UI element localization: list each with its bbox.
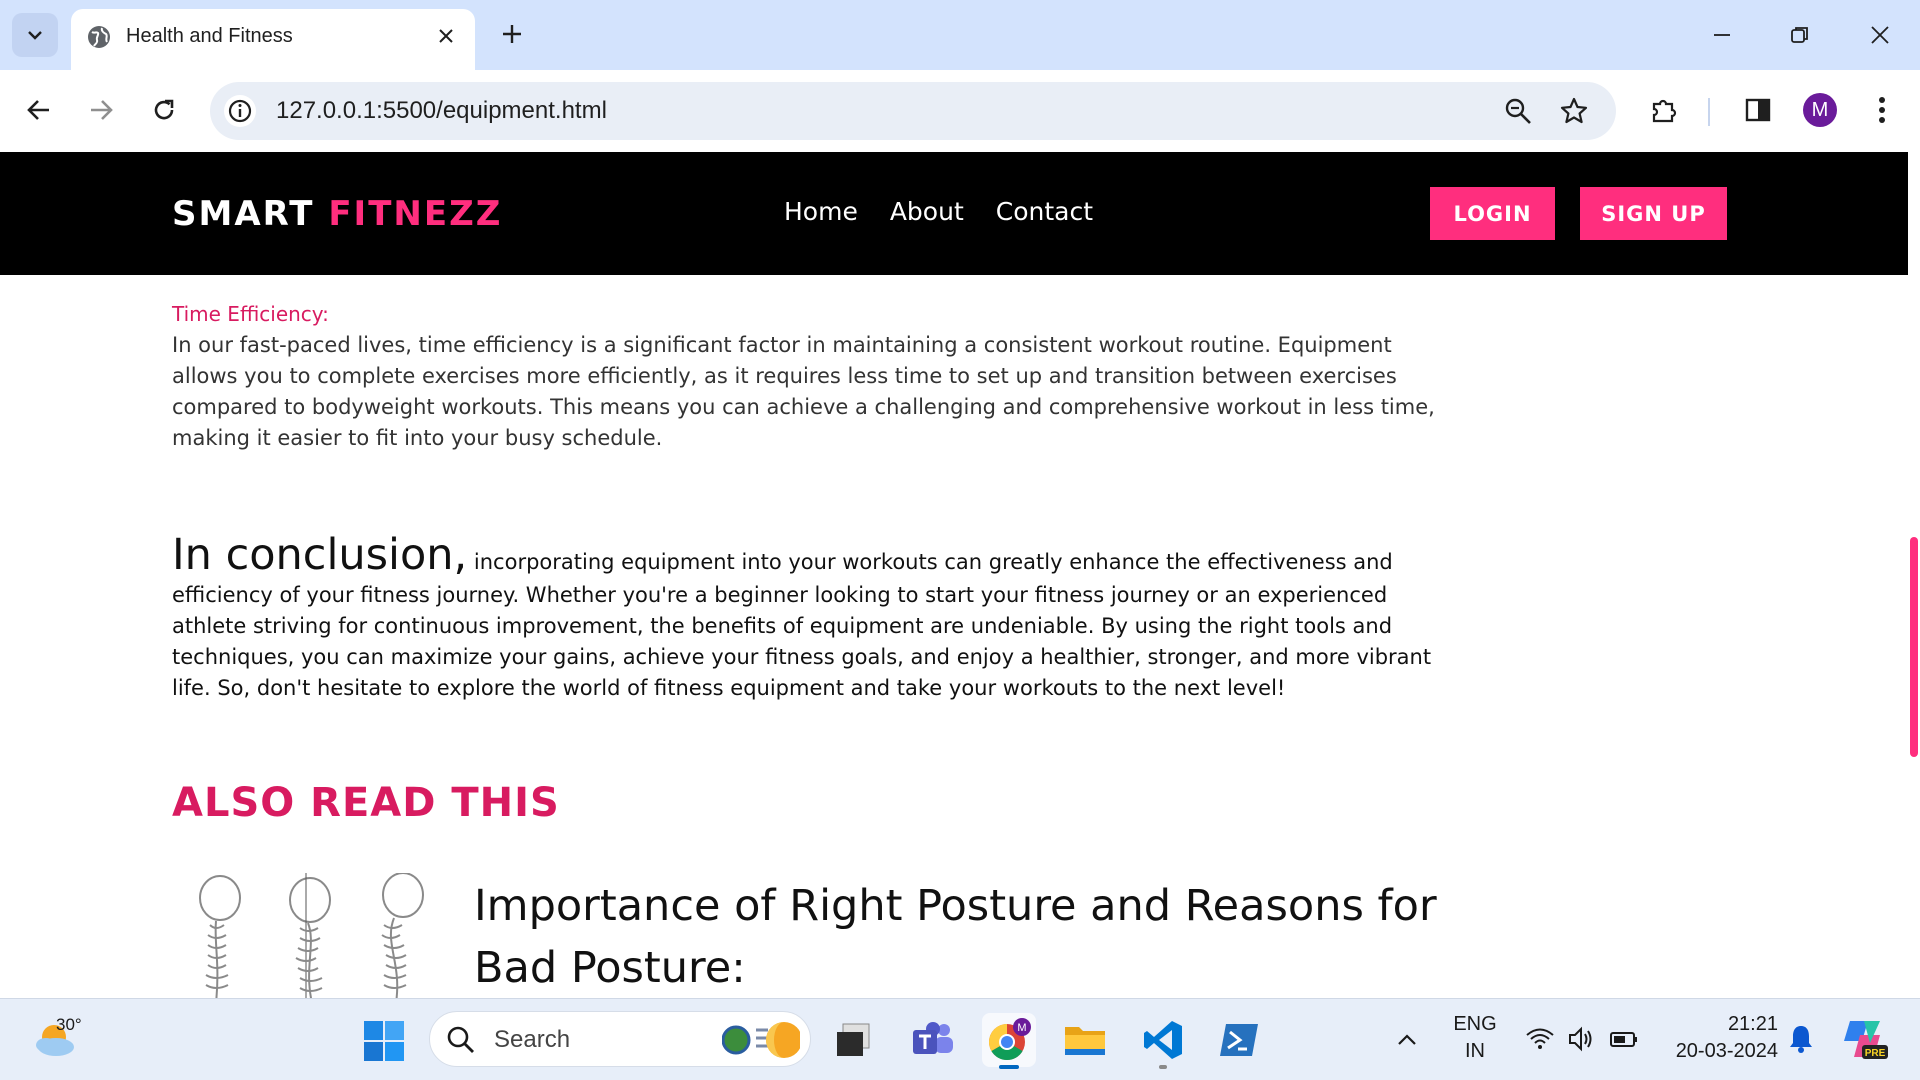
minimize-icon [1714,34,1730,36]
tab-search-button[interactable] [12,13,58,57]
restore-button[interactable] [1780,16,1820,54]
arrow-left-icon [27,100,49,120]
windows-start-icon[interactable] [362,1019,406,1063]
scrollbar-thumb[interactable] [1910,537,1918,757]
clock-time: 21:21 [1727,1013,1778,1035]
chrome-icon: M [988,1018,1031,1061]
page-scrollbar[interactable] [1908,275,1920,998]
taskbar-file-explorer[interactable] [1058,1013,1112,1067]
search-icon [447,1026,474,1053]
minimize-button[interactable] [1702,16,1742,54]
browser-toolbar: 127.0.0.1:5500/equipment.html M [0,70,1920,152]
taskbar-search[interactable]: Search [429,1011,811,1067]
tab-title: Health and Fitness [126,25,293,47]
language-code: ENG [1453,1013,1497,1035]
conclusion-lead: In conclusion, [172,530,468,580]
clock-date: 20-03-2024 [1675,1040,1778,1062]
vscode-icon [1144,1021,1182,1059]
toolbar-separator [1708,98,1710,126]
bookmark-button[interactable] [1558,95,1590,127]
restore-icon [1791,27,1808,43]
battery-icon[interactable] [1608,1023,1640,1055]
running-app-indicator [1159,1065,1167,1069]
new-tab-button[interactable] [496,18,528,50]
site-header: SMART FITNEZZ Home About Contact LOGIN S… [0,152,1908,275]
arrow-right-icon [91,100,113,120]
close-icon [1871,26,1889,44]
site-info-button[interactable] [224,95,256,127]
browser-tab-bar: Health and Fitness [0,0,1920,70]
logo-fitnezz: FITNEZZ [328,194,503,234]
forward-button[interactable] [81,90,121,130]
menu-home-link[interactable]: Home [784,197,858,226]
logo-smart: SMART [172,194,315,234]
chevron-up-icon[interactable] [1392,1025,1422,1055]
windows-taskbar: 30° Search M ENG IN 21:21 20-03-2024 PRE [0,998,1920,1080]
side-panel-icon [1745,98,1771,122]
star-icon [1560,97,1588,124]
main-menu: Home About Contact [784,197,1093,226]
close-window-button[interactable] [1860,16,1900,54]
menu-about-link[interactable]: About [890,197,964,226]
browser-menu-button[interactable] [1862,90,1902,130]
menu-contact-link[interactable]: Contact [996,197,1093,226]
taskbar-powershell[interactable] [1212,1013,1266,1067]
volume-icon[interactable] [1566,1023,1598,1055]
puzzle-icon [1652,99,1677,123]
browser-tab[interactable]: Health and Fitness [71,9,475,70]
reload-button[interactable] [144,90,184,130]
also-read-heading: ALSO READ THIS [172,780,560,826]
time-efficiency-paragraph: In our fast-paced lives, time efficiency… [172,333,1435,450]
more-vertical-icon [1879,97,1885,123]
extensions-button[interactable] [1644,90,1684,130]
conclusion-paragraph: In conclusion, incorporating equipment i… [172,530,1462,704]
url-text[interactable]: 127.0.0.1:5500/equipment.html [276,97,607,125]
teams-icon [913,1022,953,1054]
active-app-indicator [999,1065,1019,1069]
language-indicator[interactable]: ENG IN [1450,1011,1500,1065]
taskbar-task-view[interactable] [826,1013,880,1067]
chevron-down-icon [28,31,42,40]
plus-icon [503,25,521,43]
reload-icon [154,99,174,120]
posture-skeleton-image[interactable] [188,873,448,998]
taskbar-search-placeholder: Search [494,1026,571,1053]
zoom-icon [1505,98,1531,124]
signup-button[interactable]: SIGN UP [1580,187,1727,240]
wifi-icon[interactable] [1524,1023,1556,1055]
taskbar-vscode[interactable] [1136,1013,1190,1069]
copilot-icon[interactable]: PRE [1840,1013,1890,1065]
zoom-button[interactable] [1502,95,1534,127]
login-button[interactable]: LOGIN [1430,187,1555,240]
info-icon [228,99,252,123]
article-content: Time Efficiency: In our fast-paced lives… [0,275,1908,998]
site-logo[interactable]: SMART FITNEZZ [172,194,502,234]
globe-icon [88,26,110,48]
related-article-title[interactable]: Importance of Right Posture and Reasons … [474,875,1454,998]
region-code: IN [1465,1040,1485,1062]
folder-icon [1065,1027,1105,1055]
taskbar-chrome[interactable]: M [982,1013,1036,1069]
tab-close-button[interactable] [433,23,459,49]
svg-text:PRE: PRE [1865,1048,1886,1059]
notification-bell-icon[interactable] [1786,1023,1816,1055]
svg-text:M: M [1017,1022,1026,1034]
weather-temperature: 30° [56,1015,82,1034]
address-bar[interactable]: 127.0.0.1:5500/equipment.html [210,82,1616,140]
taskbar-teams[interactable] [906,1013,960,1067]
back-button[interactable] [19,90,59,130]
system-clock[interactable]: 21:21 20-03-2024 [1658,1011,1778,1065]
side-panel-button[interactable] [1738,90,1778,130]
search-highlight-icon [722,1022,800,1058]
close-icon [439,29,453,43]
powershell-icon [1220,1024,1258,1056]
profile-avatar[interactable]: M [1803,93,1837,127]
task-view-icon [837,1023,870,1056]
time-efficiency-heading: Time Efficiency: [172,302,329,326]
